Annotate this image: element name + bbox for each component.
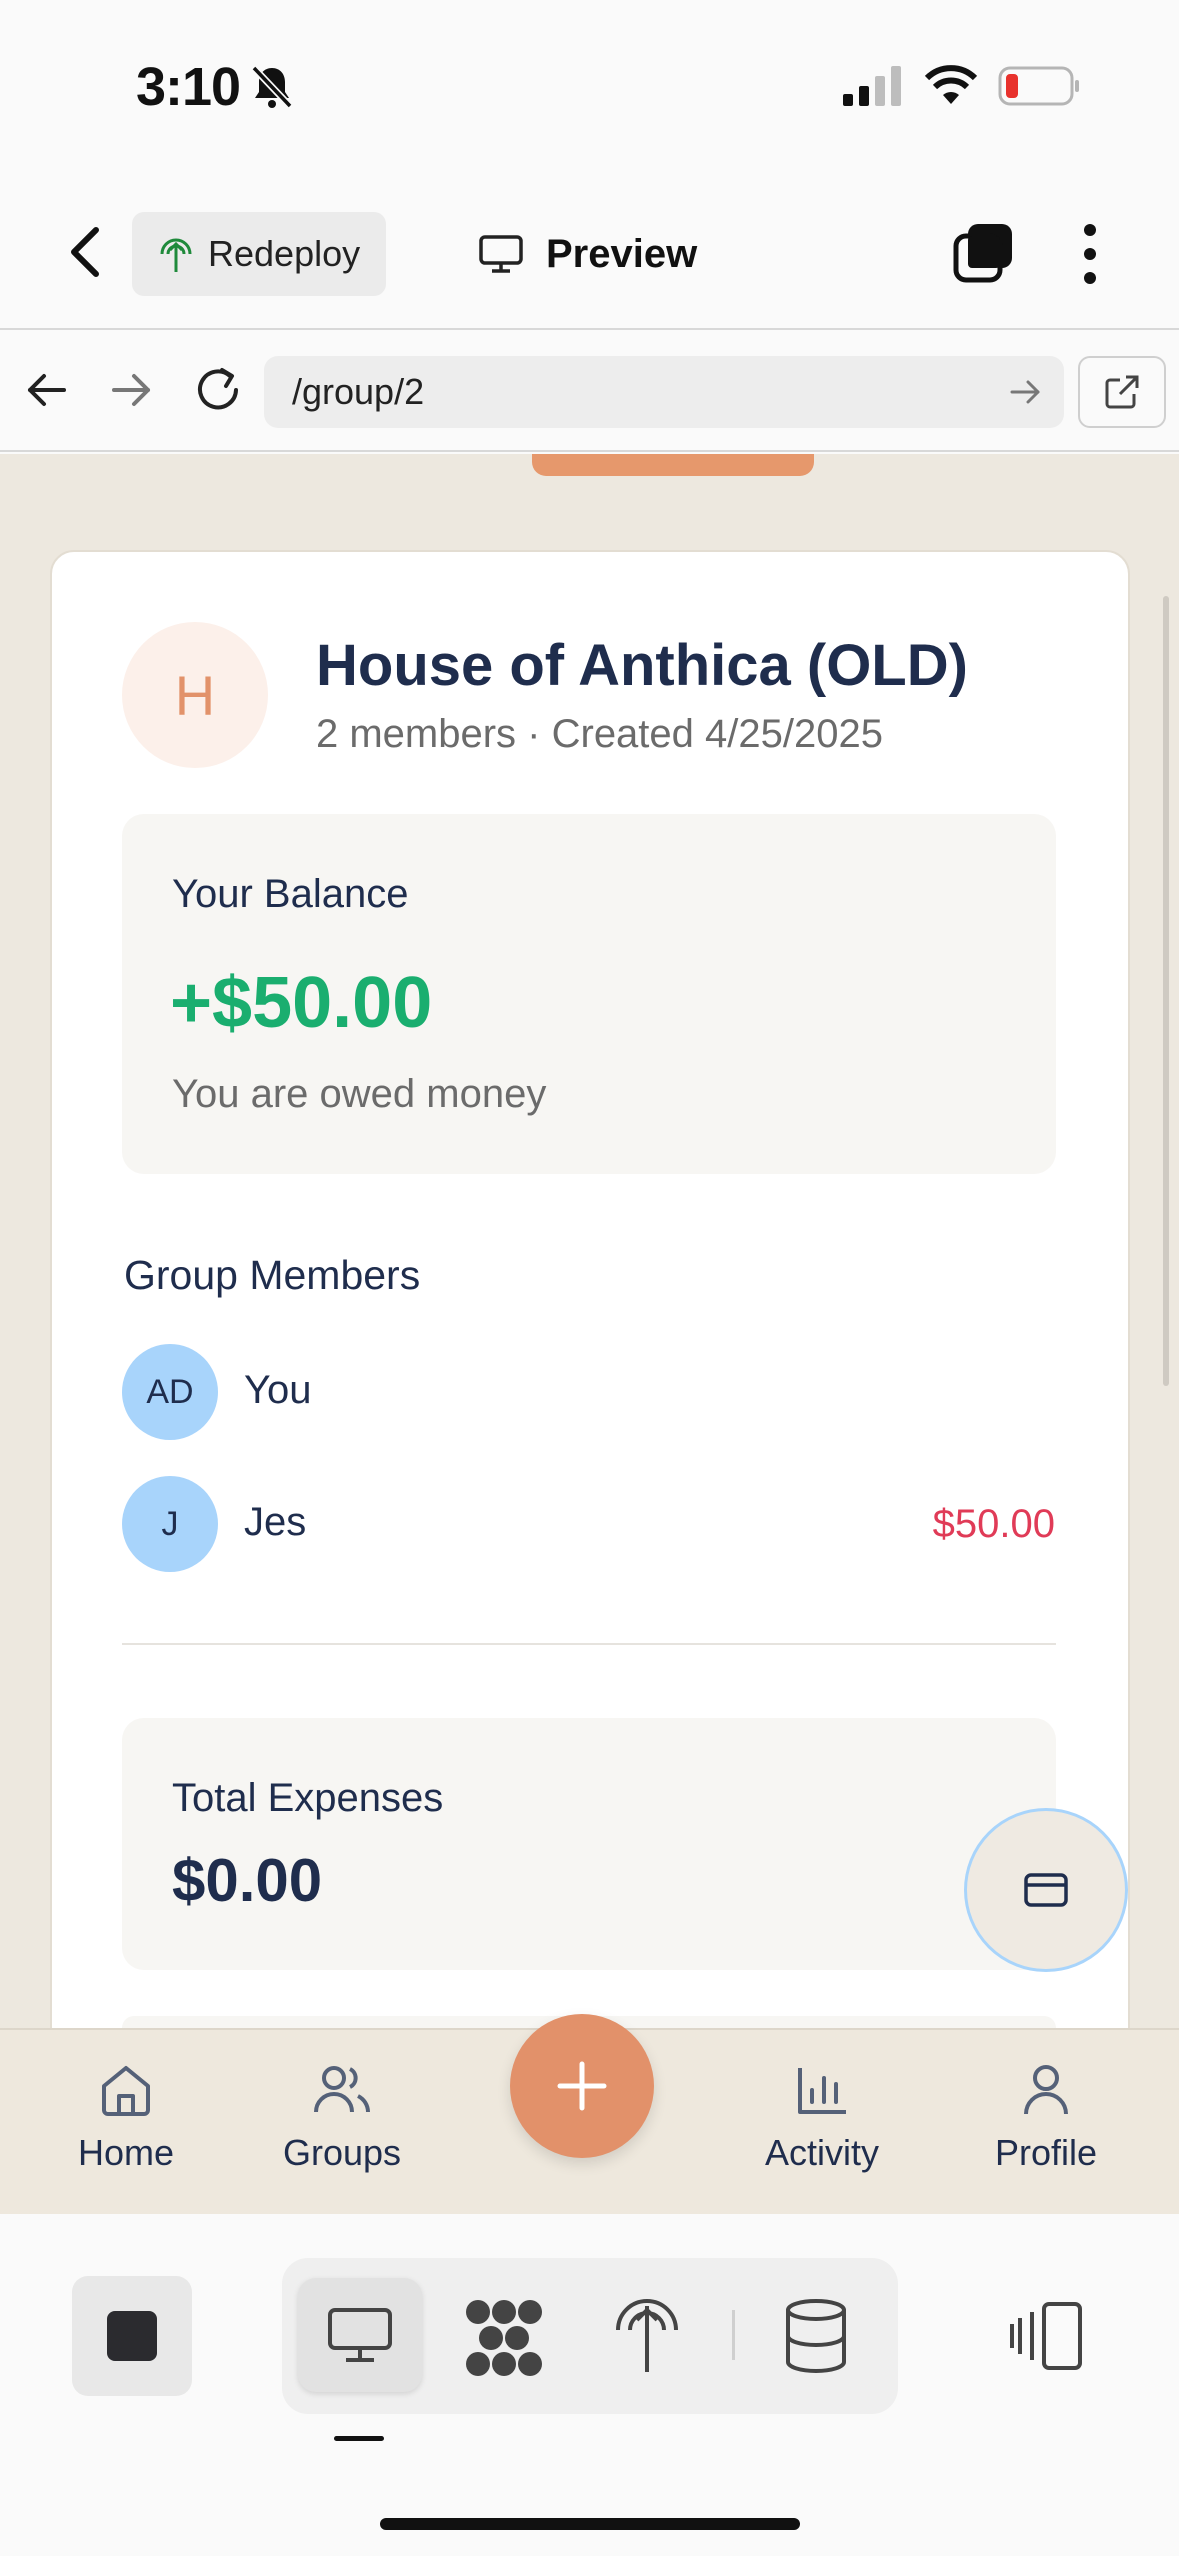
graph-icon[interactable] [458,2298,550,2378]
redeploy-label: Redeploy [208,233,361,274]
nav-item-home[interactable]: Home [46,2062,206,2174]
users-icon [314,2066,370,2113]
status-time: 3:10 [136,57,241,117]
expenses-box [122,1718,1056,1970]
browser-forward-icon[interactable] [110,368,154,412]
url-field[interactable]: /group/2 [264,356,1064,428]
wifi-icon [924,65,978,104]
redeploy-button[interactable]: Redeploy [132,212,386,296]
group-avatar: H [122,622,268,768]
stop-icon [107,2311,157,2361]
expenses-label: Total Expenses [172,1776,444,1820]
member-avatar: AD [122,1344,218,1440]
balance-label: Your Balance [172,872,409,916]
open-external-button[interactable] [1078,356,1166,428]
external-link-icon [1105,375,1139,409]
group-meta: 2 members · Created 4/25/2025 [316,712,883,756]
nav-item-activity[interactable]: Activity [742,2062,902,2174]
member-name: Jes [244,1500,307,1544]
nav-label-profile: Profile [994,2132,1098,2173]
panels-icon[interactable] [1008,2300,1084,2372]
user-icon [1024,2065,1068,2115]
payment-fab-button[interactable] [964,1808,1128,1972]
preview-label: Preview [546,231,698,276]
member-avatar: J [122,1476,218,1572]
credit-card-icon [1024,1873,1068,1907]
preview-button[interactable]: Preview [478,218,697,290]
deploy-icon[interactable] [612,2290,682,2374]
toolbar-separator [732,2310,735,2360]
home-indicator[interactable] [380,2518,800,2530]
battery-low-icon [998,66,1079,106]
database-icon[interactable] [782,2298,850,2374]
nav-label-groups: Groups [282,2132,402,2173]
url-go-arrow-icon[interactable] [1010,376,1042,408]
scrollbar[interactable] [1163,596,1169,1386]
back-chevron-icon[interactable] [62,224,106,280]
home-icon [102,2066,150,2116]
active-tab-indicator [334,2436,384,2441]
monitor-icon [479,235,523,273]
deploy-tree-icon [160,238,192,272]
members-heading: Group Members [124,1252,421,1298]
add-expense-button[interactable] [510,2014,654,2158]
header-accent-strip [532,454,814,476]
nav-label-home: Home [77,2132,175,2173]
bar-chart-icon [798,2068,846,2114]
bell-muted-icon [251,65,293,109]
plus-icon [557,2061,607,2111]
desktop-view-button[interactable] [298,2278,422,2392]
tabs-icon[interactable] [952,222,1014,284]
section-divider [122,1643,1056,1645]
expenses-amount: $0.00 [172,1847,323,1914]
member-name: You [244,1368,312,1412]
reload-icon[interactable] [192,364,244,416]
member-balance-amount: $50.00 [932,1502,1055,1546]
nav-item-groups[interactable]: Groups [262,2062,422,2174]
balance-note: You are owed money [172,1072,547,1116]
group-title: House of Anthica (OLD) [316,633,968,698]
more-vertical-icon[interactable] [1070,222,1110,286]
cellular-signal-icon [843,66,901,106]
browser-back-icon[interactable] [24,368,68,412]
nav-item-profile[interactable]: Profile [966,2062,1126,2174]
balance-amount: +$50.00 [170,963,433,1043]
nav-label-activity: Activity [764,2132,879,2173]
stop-button[interactable] [72,2276,192,2396]
desktop-icon [328,2308,392,2362]
